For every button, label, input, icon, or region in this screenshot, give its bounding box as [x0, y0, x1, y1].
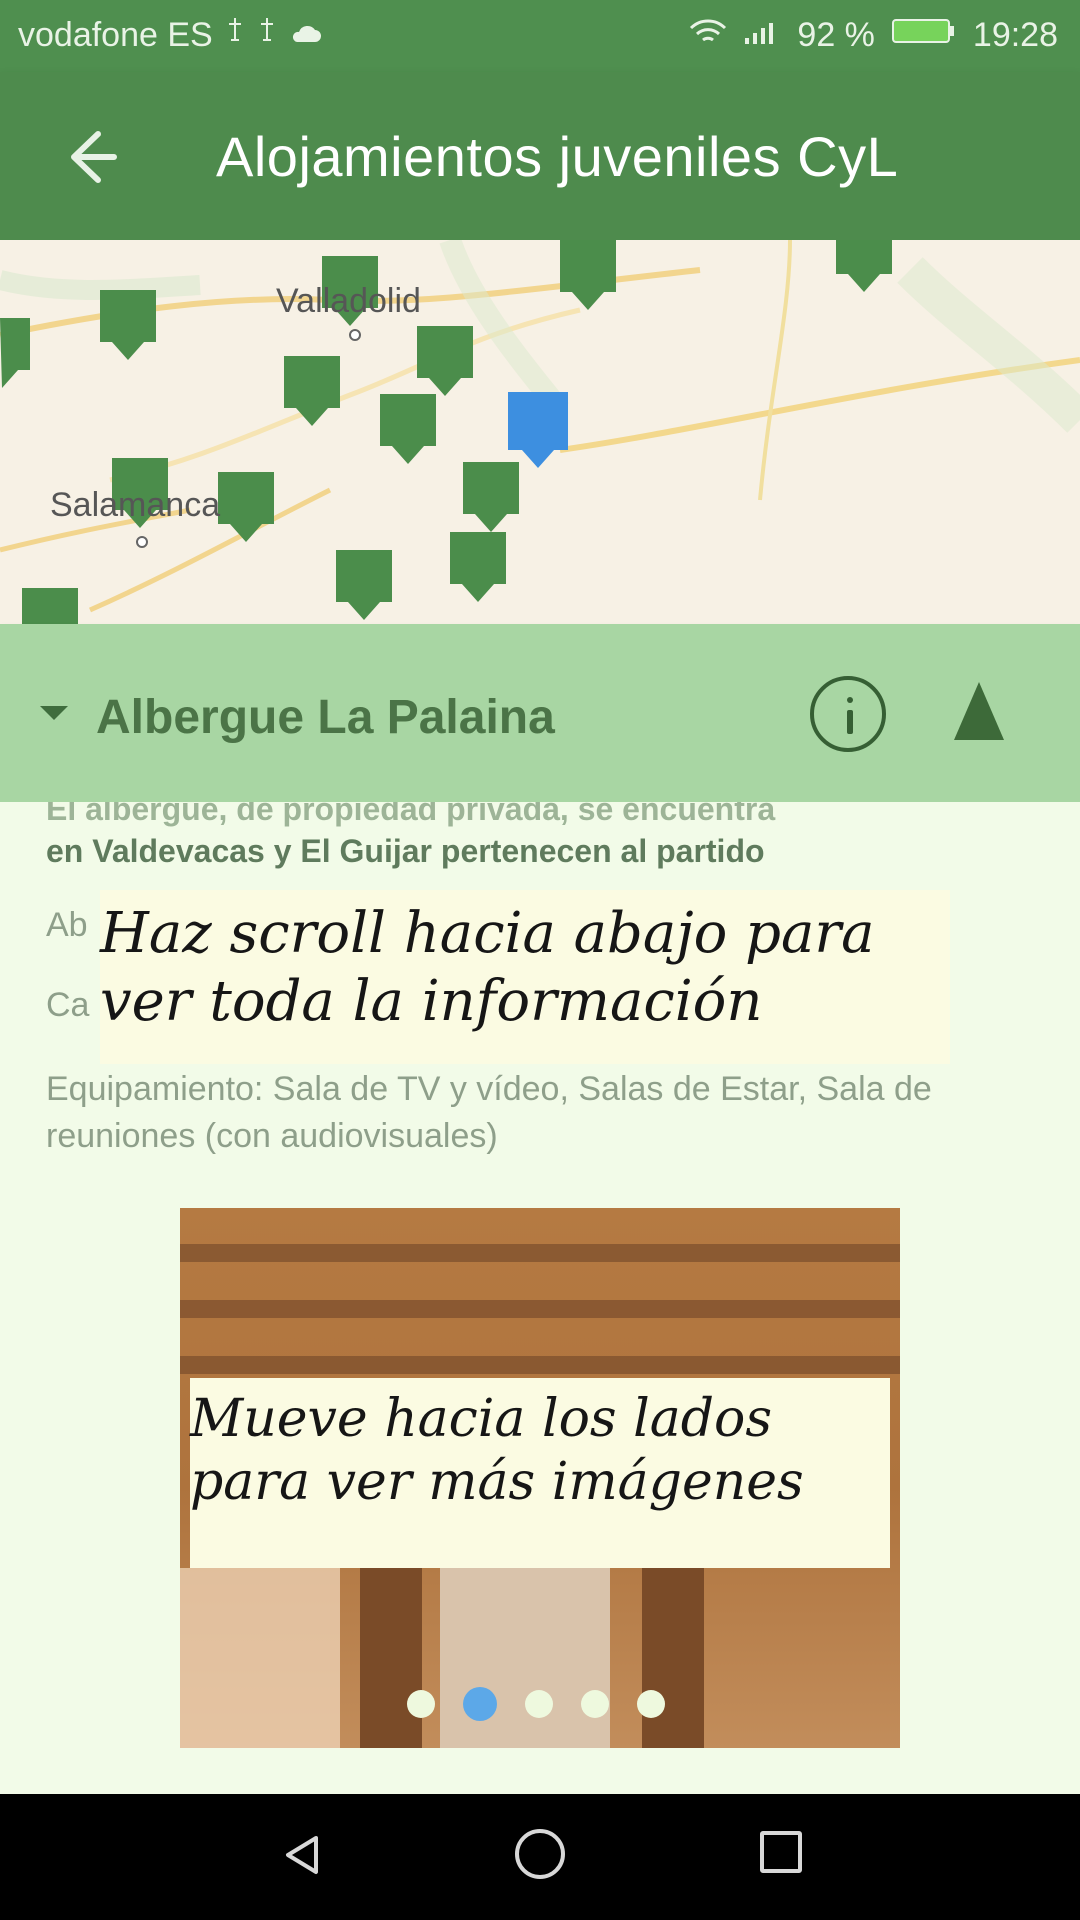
system-navigation-bar	[0, 1794, 1080, 1920]
carrier-label: vodafone ES	[18, 16, 213, 54]
arrow-back-icon[interactable]	[52, 120, 126, 194]
map-label-salamanca: Salamanca	[50, 486, 221, 524]
map-canvas	[0, 240, 1080, 624]
place-name: Albergue La Palaina	[96, 691, 555, 744]
app-toolbar: Alojamientos juveniles CyL	[0, 72, 1080, 240]
cloud-icon	[289, 16, 323, 55]
time-label: 19:28	[972, 16, 1058, 54]
wifi-icon	[689, 16, 727, 55]
navigation-icon[interactable]	[954, 682, 1004, 740]
battery-icon	[891, 16, 957, 55]
photo-light	[180, 1568, 340, 1748]
info-icon[interactable]	[810, 676, 886, 752]
page-dot[interactable]	[525, 1690, 553, 1718]
battery-label: 92 %	[797, 16, 875, 54]
map-label-valladolid: Valladolid	[276, 282, 421, 320]
description-line-1: El albergue, de propiedad privada, se en…	[46, 802, 776, 827]
gallery-pagination	[407, 1687, 665, 1721]
description-line-2: en Valdevacas y El Guijar pertenecen al …	[46, 833, 765, 869]
status-bar: vodafone ES 92 % 19:28	[0, 0, 1080, 72]
scroll-tip: Haz scroll hacia abajo para ver toda la …	[100, 890, 950, 1064]
page-dot[interactable]	[637, 1690, 665, 1718]
chevron-down-icon[interactable]	[40, 706, 68, 720]
nav-back-icon[interactable]	[280, 1832, 326, 1878]
photo-beam	[180, 1244, 900, 1262]
usb-icon	[257, 16, 277, 55]
category-prefix: Ca	[46, 986, 90, 1024]
photo-beam	[180, 1356, 900, 1374]
status-left: vodafone ES	[18, 16, 323, 55]
page-title: Alojamientos juveniles CyL	[216, 125, 899, 188]
signal-icon	[743, 16, 781, 55]
nav-home-icon[interactable]	[515, 1829, 565, 1879]
status-right: 92 % 19:28	[689, 16, 1058, 55]
equipment-text: Equipamiento: Sala de TV y vídeo, Salas …	[46, 1070, 932, 1155]
page-dot[interactable]	[581, 1690, 609, 1718]
map-view[interactable]: Valladolid Salamanca	[0, 240, 1080, 624]
usb-icon	[225, 16, 245, 55]
swipe-tip: Mueve hacia los lados para ver más imáge…	[190, 1378, 890, 1568]
nav-recent-icon[interactable]	[760, 1831, 802, 1873]
page-dot[interactable]	[407, 1690, 435, 1718]
page-dot-active[interactable]	[463, 1687, 497, 1721]
photo-beam	[180, 1300, 900, 1318]
address-prefix: Ab	[46, 906, 88, 944]
place-sheet[interactable]: Albergue La Palaina	[0, 624, 1080, 802]
